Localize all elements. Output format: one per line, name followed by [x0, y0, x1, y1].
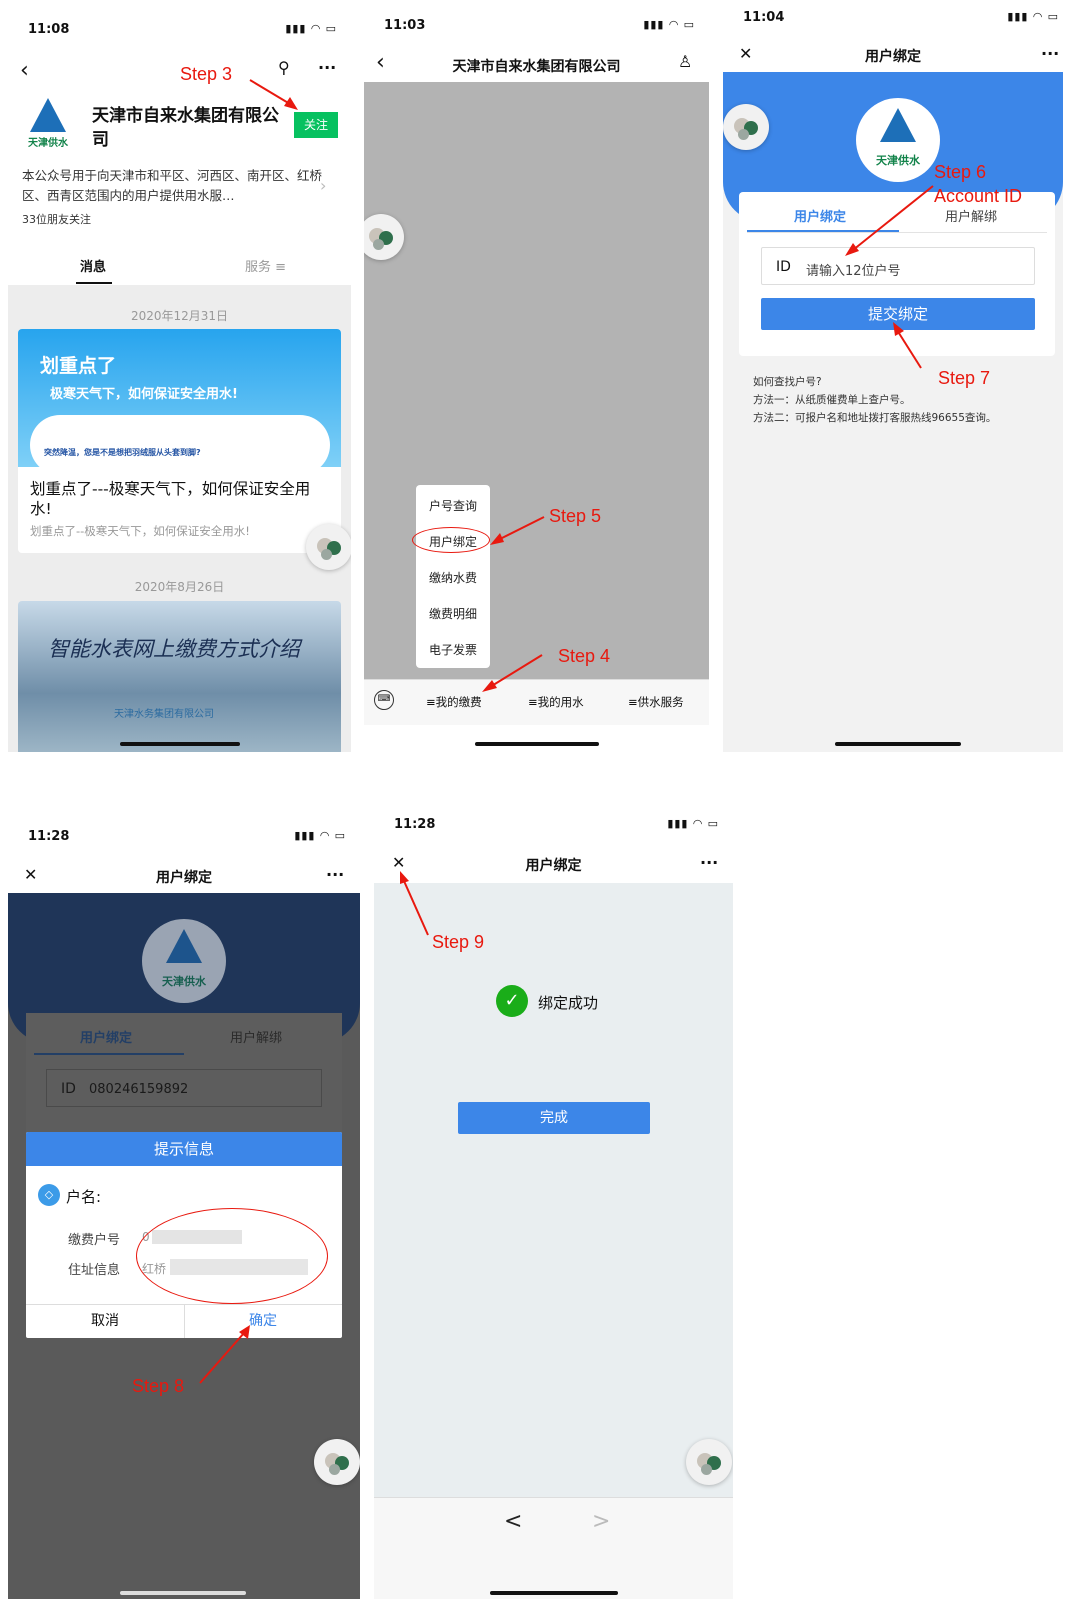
arrows-step4-5: [482, 516, 545, 692]
arrow-step8: [199, 1325, 250, 1384]
screen-2-menu: 11:03 ▮▮▮ ◠ ▭ ‹ 天津市自来水集团有限公司 ♙ 户号查询 用户绑定 …: [364, 0, 709, 752]
arrow-step3: [249, 79, 298, 110]
arrow-step9: [400, 871, 429, 936]
screen-3-binding-form: 11:04 ▮▮▮ ◠ ▭ ✕ 用户绑定 ··· 天津供水 用户绑定 用户解绑 I…: [723, 0, 1063, 752]
arrows-step6-7: [845, 185, 934, 369]
screen-4-confirm-dialog: 11:28 ▮▮▮ ◠ ▭ ✕ 用户绑定 ··· 天津供水 用户绑定 用户解绑 I…: [8, 805, 360, 1599]
screen-1-official-account: 11:08 ▮▮▮ ◠ ▭ ‹ ⚲ ··· Step 3 天津供水 天津市自来水集…: [8, 0, 351, 752]
screen-5-success: 11:28 ▮▮▮ ◠ ▭ ✕ 用户绑定 ··· Step 9 ✓ 绑定成功 完成…: [374, 805, 733, 1599]
